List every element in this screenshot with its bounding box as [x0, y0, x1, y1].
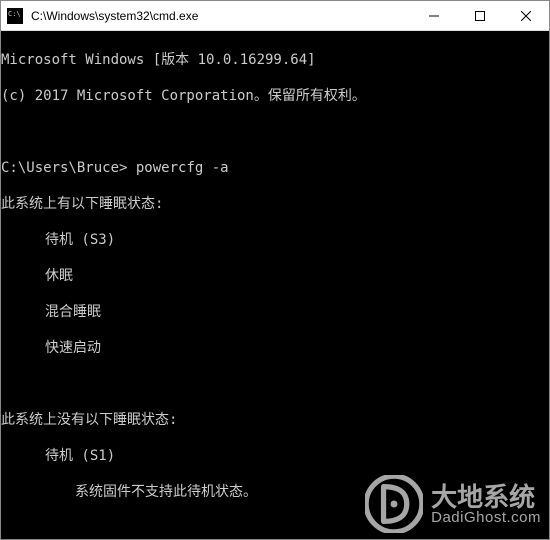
close-button[interactable] — [503, 1, 549, 31]
blank-line — [1, 375, 549, 393]
copyright-line: (c) 2017 Microsoft Corporation。保留所有权利。 — [1, 87, 549, 105]
minimize-icon — [429, 11, 439, 21]
window-controls — [411, 1, 549, 31]
state-fastboot: 快速启动 — [1, 339, 549, 357]
state-hibernate: 休眠 — [1, 267, 549, 285]
terminal-output[interactable]: Microsoft Windows [版本 10.0.16299.64] (c)… — [1, 31, 549, 539]
blank-line — [1, 519, 549, 537]
state-s3: 待机 (S3) — [1, 231, 549, 249]
prompt: C:\Users\Bruce> — [1, 160, 127, 176]
available-header: 此系统上有以下睡眠状态: — [1, 195, 549, 213]
window-title: C:\Windows\system32\cmd.exe — [29, 9, 411, 23]
minimize-button[interactable] — [411, 1, 457, 31]
cmd-window: C:\Windows\system32\cmd.exe Microsoft Wi… — [0, 0, 550, 540]
cmd-icon — [7, 8, 23, 24]
maximize-icon — [475, 11, 485, 21]
state-s1-label: 待机 (S1) — [1, 447, 549, 465]
prompt-line: C:\Users\Bruce> powercfg -a — [1, 159, 549, 177]
unavailable-header: 此系统上没有以下睡眠状态: — [1, 411, 549, 429]
maximize-button[interactable] — [457, 1, 503, 31]
state-s1-reason: 系统固件不支持此待机状态。 — [1, 483, 549, 501]
blank-line — [1, 123, 549, 141]
titlebar: C:\Windows\system32\cmd.exe — [1, 1, 549, 31]
state-hybrid: 混合睡眠 — [1, 303, 549, 321]
version-line: Microsoft Windows [版本 10.0.16299.64] — [1, 51, 549, 69]
command-text: powercfg -a — [127, 160, 228, 176]
close-icon — [521, 11, 531, 21]
